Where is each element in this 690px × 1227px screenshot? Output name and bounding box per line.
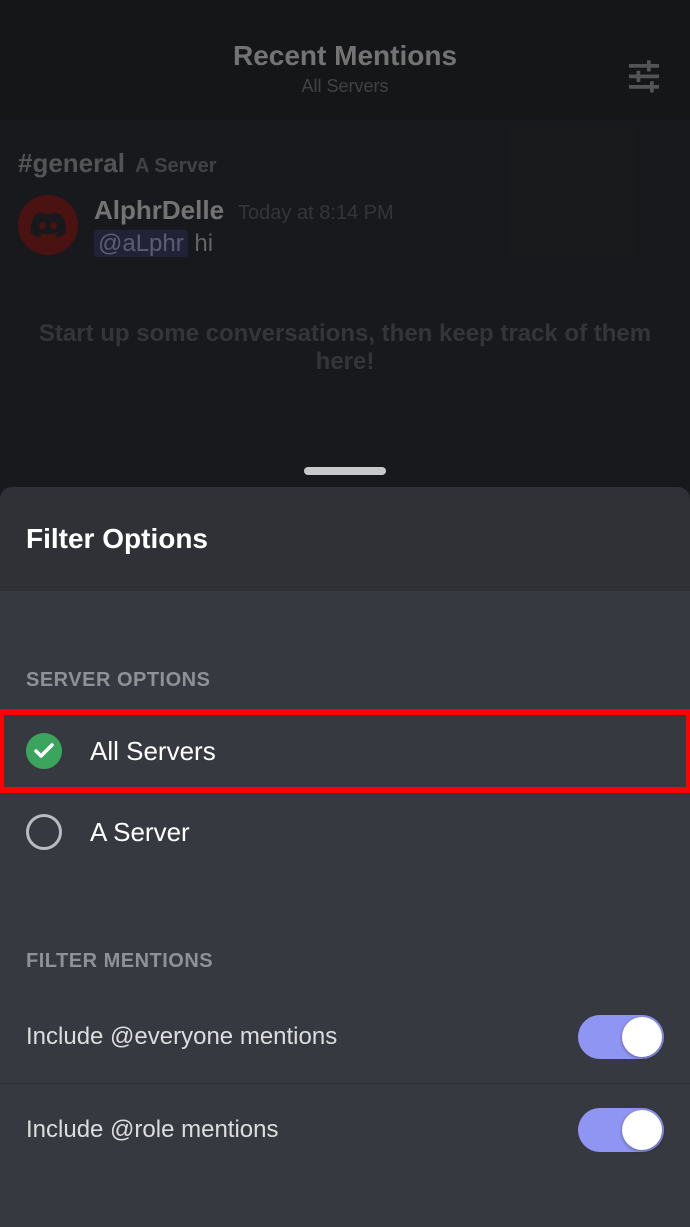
filter-mentions-label: FILTER MENTIONS — [0, 928, 690, 991]
app-screen: Recent Mentions All Servers #general A S… — [0, 0, 690, 1227]
server-options-label: SERVER OPTIONS — [0, 647, 690, 710]
check-icon — [26, 733, 62, 769]
option-label: A Server — [90, 817, 190, 848]
radio-icon — [26, 814, 62, 850]
toggle-role-row[interactable]: Include @role mentions — [0, 1083, 690, 1176]
sheet-handle[interactable] — [304, 467, 386, 475]
sheet-title: Filter Options — [0, 487, 690, 591]
toggle-label: Include @role mentions — [26, 1116, 279, 1144]
toggle-everyone-row[interactable]: Include @everyone mentions — [0, 991, 690, 1083]
option-a-server[interactable]: A Server — [0, 791, 690, 872]
option-all-servers[interactable]: All Servers — [0, 710, 690, 791]
option-label: All Servers — [90, 736, 216, 767]
toggle-label: Include @everyone mentions — [26, 1023, 337, 1051]
toggle-switch[interactable] — [578, 1108, 664, 1152]
toggle-switch[interactable] — [578, 1015, 664, 1059]
filter-sheet: Filter Options SERVER OPTIONS All Server… — [0, 487, 690, 1227]
